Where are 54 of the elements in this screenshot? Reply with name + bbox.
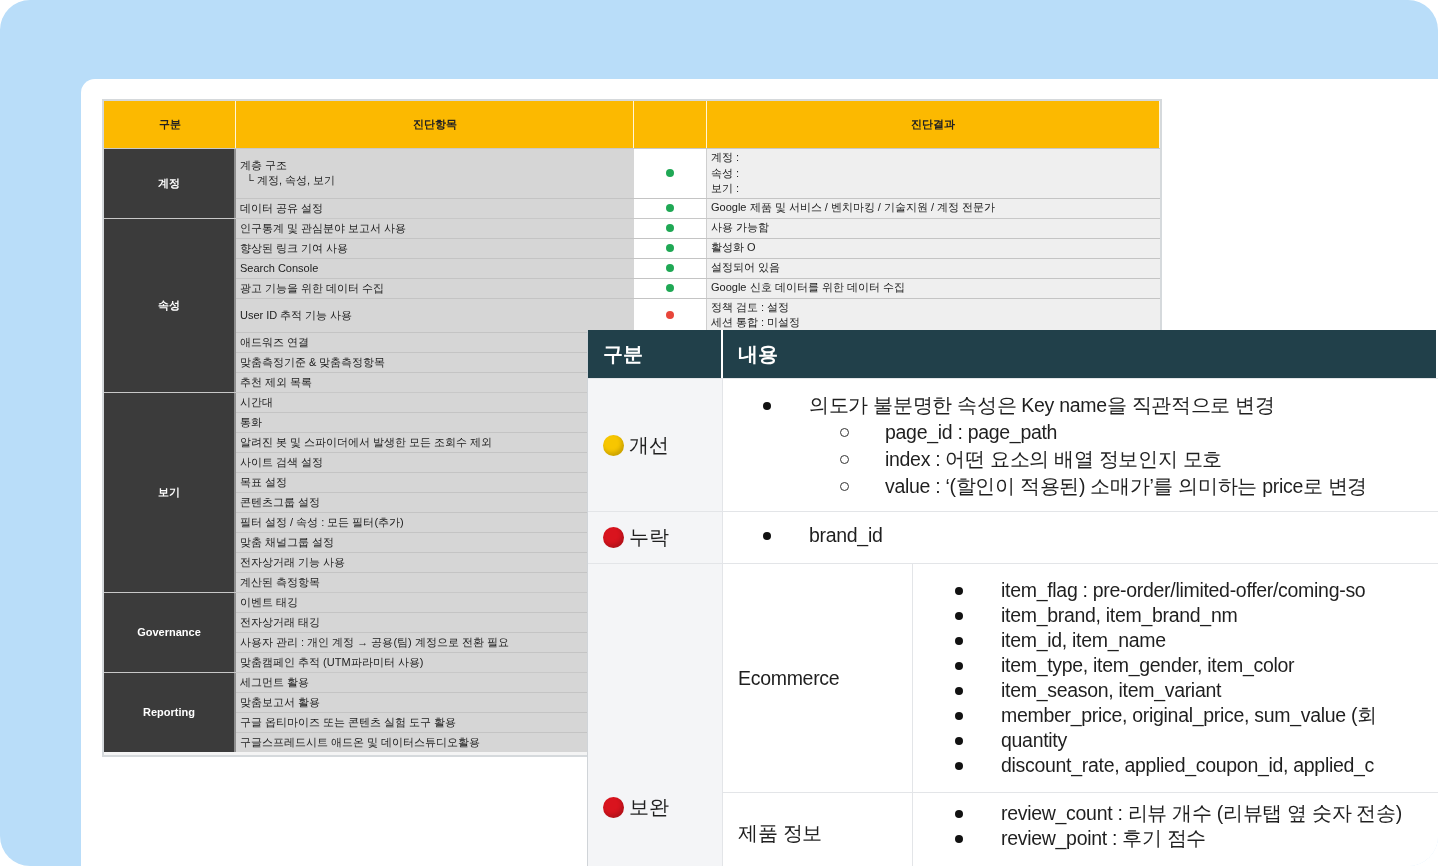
bullet-icon xyxy=(763,531,771,540)
bullet-icon xyxy=(955,611,963,620)
table-cell: User ID 추적 기능 사용 xyxy=(236,298,634,332)
bullet-icon xyxy=(955,586,963,595)
table-cell: 인구통계 및 관심분야 보고서 사용 xyxy=(236,218,634,238)
bullet-icon xyxy=(955,736,963,745)
table-cell: Google 신호 데이터를 위한 데이터 수집 xyxy=(707,278,1160,298)
list-item-text: item_id, item_name xyxy=(1001,629,1166,652)
list-item-text: item_flag : pre-order/limited-offer/coming-so xyxy=(1001,579,1366,602)
column-header: 구분 xyxy=(588,330,723,378)
table-cell: Search Console xyxy=(236,258,634,278)
table-cell: Google 제품 및 서비스 / 벤치마킹 / 기술지원 / 계정 전문가 xyxy=(707,198,1160,218)
section-title: Ecommerce xyxy=(738,666,840,690)
table-cell: 계층 구조 └ 계정, 속성, 보기 xyxy=(236,149,634,198)
bullet-icon xyxy=(955,711,963,720)
list-item-text: review_count : 리뷰 개수 (리뷰탭 옆 숫자 전송) xyxy=(1001,801,1403,827)
list-item-text: discount_rate, applied_coupon_id, applied_c xyxy=(1001,754,1375,777)
bullet-icon xyxy=(955,834,963,843)
table-cell: 정책 검토 : 설정 세션 통합 : 미설정 xyxy=(707,298,1160,332)
category-cell: Reporting xyxy=(104,672,236,752)
list-item-text: quantity xyxy=(1001,729,1067,752)
bullet-icon xyxy=(955,809,963,818)
table-cell: 데이터 공유 설정 xyxy=(236,198,634,218)
bullet-icon xyxy=(955,661,963,670)
category-cell: 보기 xyxy=(104,392,236,592)
column-header: 진단결과 xyxy=(707,101,1160,148)
column-header: 내용 xyxy=(723,330,1438,378)
list-item-text: item_brand, item_brand_nm xyxy=(1001,604,1238,627)
list-item-text: member_price, original_price, sum_value (회 xyxy=(1001,703,1377,729)
category-cell: Governance xyxy=(104,592,236,672)
table-cell: 설정되어 있음 xyxy=(707,258,1160,278)
list-item-text: item_season, item_variant xyxy=(1001,679,1222,702)
list-item-text: page_id : page_path xyxy=(885,421,1058,444)
list-item-text: brand_id xyxy=(809,524,883,547)
section-title: 제품 정보 xyxy=(738,820,822,846)
column-header: 진단항목 xyxy=(236,101,634,148)
list-item-text: index : 어떤 요소의 배열 정보인지 모호 xyxy=(885,447,1223,472)
category-label: 보완 xyxy=(629,794,669,820)
bullet-icon xyxy=(955,686,963,695)
table-cell: 계정 : 속성 : 보기 : xyxy=(707,149,1160,198)
bullet-icon xyxy=(955,761,963,770)
bullet-icon xyxy=(763,401,771,410)
category-cell: 속성 xyxy=(104,218,236,392)
list-item-text: 의도가 불분명한 속성은 Key name을 직관적으로 변경 xyxy=(809,393,1275,418)
category-cell: 계정 xyxy=(104,149,236,218)
column-header: 구분 xyxy=(104,101,236,148)
bullet-icon xyxy=(955,636,963,645)
list-item-text: review_point : 후기 점수 xyxy=(1001,826,1207,852)
list-item-text: value : ‘(할인이 적용된) 소매가’를 의미하는 price로 변경 xyxy=(885,474,1368,499)
table-cell: 향상된 링크 기여 사용 xyxy=(236,238,634,258)
table-cell: 활성화 O xyxy=(707,238,1160,258)
table-cell: 광고 기능을 위한 데이터 수집 xyxy=(236,278,634,298)
table-cell: 사용 가능함 xyxy=(707,218,1160,238)
list-item-text: item_type, item_gender, item_color xyxy=(1001,654,1295,677)
